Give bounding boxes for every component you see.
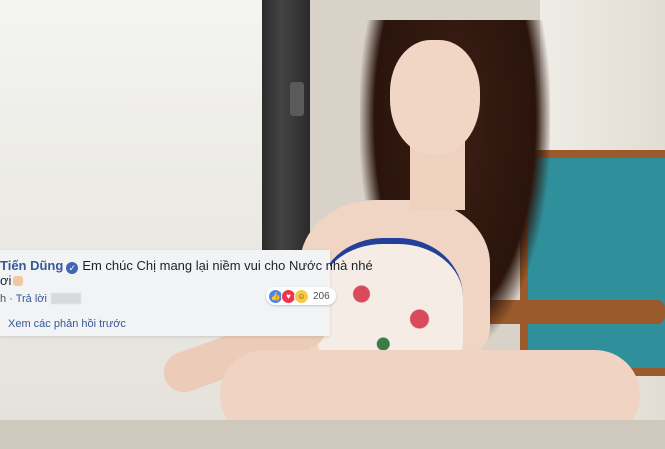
comment-line2: ơi (0, 273, 24, 288)
comment-text: Em chúc Chị mang lại niềm vui cho Nước n… (82, 258, 373, 273)
background-photo (0, 0, 665, 449)
blurred-timestamp (50, 293, 81, 304)
reactions-summary[interactable]: 👍 ♥ ☺ 206 (266, 287, 336, 305)
comment-time[interactable]: h (0, 293, 6, 305)
comment-author[interactable]: Tiến Dũng (0, 258, 63, 273)
comment-text-continued: ơi (0, 273, 12, 288)
haha-icon: ☺ (294, 288, 309, 304)
floor (0, 420, 665, 449)
verified-badge-icon: ✓ (66, 262, 79, 274)
reaction-count: 206 (313, 290, 330, 302)
comment-actions: h · Trả lời (0, 293, 81, 305)
window-handle (290, 82, 304, 116)
face (390, 40, 480, 155)
reply-link[interactable]: Trả lời (16, 293, 47, 305)
window-frame (262, 0, 310, 250)
comment-line1: Tiến Dũng ✓ Em chúc Chị mang lại niềm vui … (0, 258, 373, 274)
view-previous-replies-link[interactable]: Xem các phản hồi trước (8, 318, 126, 330)
hand-emoji-icon (13, 276, 24, 286)
